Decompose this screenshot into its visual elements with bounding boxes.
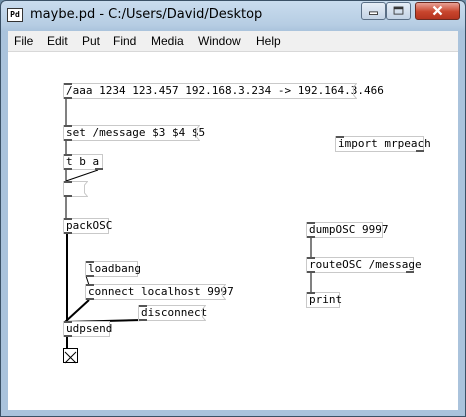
connect-message[interactable]: connect localhost 9997 [85,284,234,300]
packosc-object[interactable]: packOSC [63,218,113,234]
outlet[interactable] [307,236,315,238]
menu-window[interactable]: Window [198,34,241,48]
outlet[interactable] [64,195,72,197]
maximize-icon [393,6,404,15]
toggle[interactable] [63,348,78,364]
loadbang-object-text: loadbang [88,262,141,275]
minimize-button[interactable] [361,2,386,20]
trigger-object-text: t b a [66,155,100,168]
inlet[interactable] [86,261,94,263]
menu-media[interactable]: Media [151,34,184,48]
loadbang-object[interactable]: loadbang [85,261,141,277]
outlet[interactable] [95,168,103,170]
inlet[interactable] [336,136,344,138]
maximize-button[interactable] [386,2,411,20]
import-mrpeach-object[interactable]: import mrpeach [335,136,431,152]
inlet[interactable] [86,284,94,286]
outlet[interactable] [64,97,72,99]
inlet[interactable] [64,321,72,323]
packosc-object-text: packOSC [66,219,113,232]
window-title: maybe.pd - C:/Users/David/Desktop [30,7,263,22]
pd-patch-window: Pd maybe.pd - C:/Users/David/Desktop Fil… [0,0,466,417]
menu-bar: File Edit Put Find Media Window Help [8,31,458,51]
menu-edit[interactable]: Edit [47,34,68,48]
inlet[interactable] [64,181,72,183]
outlet[interactable] [64,335,72,337]
dumposc-object-text: dumpOSC 9997 [309,223,389,236]
title-bar[interactable]: Pd maybe.pd - C:/Users/David/Desktop [1,1,465,31]
message-box-flag [352,83,357,99]
outlet[interactable] [86,275,94,277]
message-box-flag [83,181,88,197]
menu-help[interactable]: Help [256,34,281,48]
outlet[interactable] [406,271,414,273]
inlet[interactable] [64,125,72,127]
disconnect-message[interactable]: disconnect [138,305,207,321]
menu-file[interactable]: File [14,34,33,48]
message-box-flag [195,125,200,141]
trigger-object[interactable]: t b a [63,154,103,170]
outlet[interactable] [86,298,94,300]
close-icon [432,5,443,16]
outlet[interactable] [64,232,72,234]
osc-test-message[interactable]: /aaa 1234 123.457 192.168.3.234 -> 192.1… [63,83,384,99]
minimize-icon [369,11,378,15]
message-box-flag [221,284,226,300]
connect-message-text: connect localhost 9997 [88,285,234,298]
print-object[interactable]: print [306,292,343,308]
inlet[interactable] [64,83,72,85]
empty-message[interactable] [63,181,88,197]
close-button[interactable] [415,2,460,20]
osc-test-message-text: /aaa 1234 123.457 192.168.3.234 -> 192.1… [66,84,384,97]
inlet[interactable] [64,218,72,220]
set-message[interactable]: set /message $3 $4 $5 [63,125,205,141]
inlet[interactable] [139,305,147,307]
outlet[interactable] [64,168,72,170]
print-object-text: print [309,293,343,306]
inlet[interactable] [307,222,315,224]
outlet[interactable] [416,150,424,152]
outlet[interactable] [139,319,147,321]
inlet[interactable] [307,257,315,259]
message-box-flag [201,305,206,321]
udpsend-object-text: udpsend [66,322,113,335]
outlet[interactable] [64,139,72,141]
routeosc-object-text: routeOSC /message [309,258,422,271]
set-message-text: set /message $3 $4 $5 [66,126,206,139]
toggle-x-icon [64,351,77,364]
disconnect-message-text: disconnect [141,306,208,319]
dumposc-object[interactable]: dumpOSC 9997 [306,222,388,238]
udpsend-object[interactable]: udpsend [63,321,113,337]
menu-put[interactable]: Put [82,34,100,48]
window-frame-bottom [1,410,465,416]
menu-find[interactable]: Find [113,34,136,48]
outlet[interactable] [307,271,315,273]
patch-canvas[interactable]: /aaa 1234 123.457 192.168.3.234 -> 192.1… [8,51,458,410]
inlet[interactable] [307,292,315,294]
inlet[interactable] [64,154,72,156]
import-mrpeach-object-text: import mrpeach [338,137,431,150]
pd-app-icon: Pd [7,8,23,22]
routeosc-object[interactable]: routeOSC /message [306,257,422,273]
